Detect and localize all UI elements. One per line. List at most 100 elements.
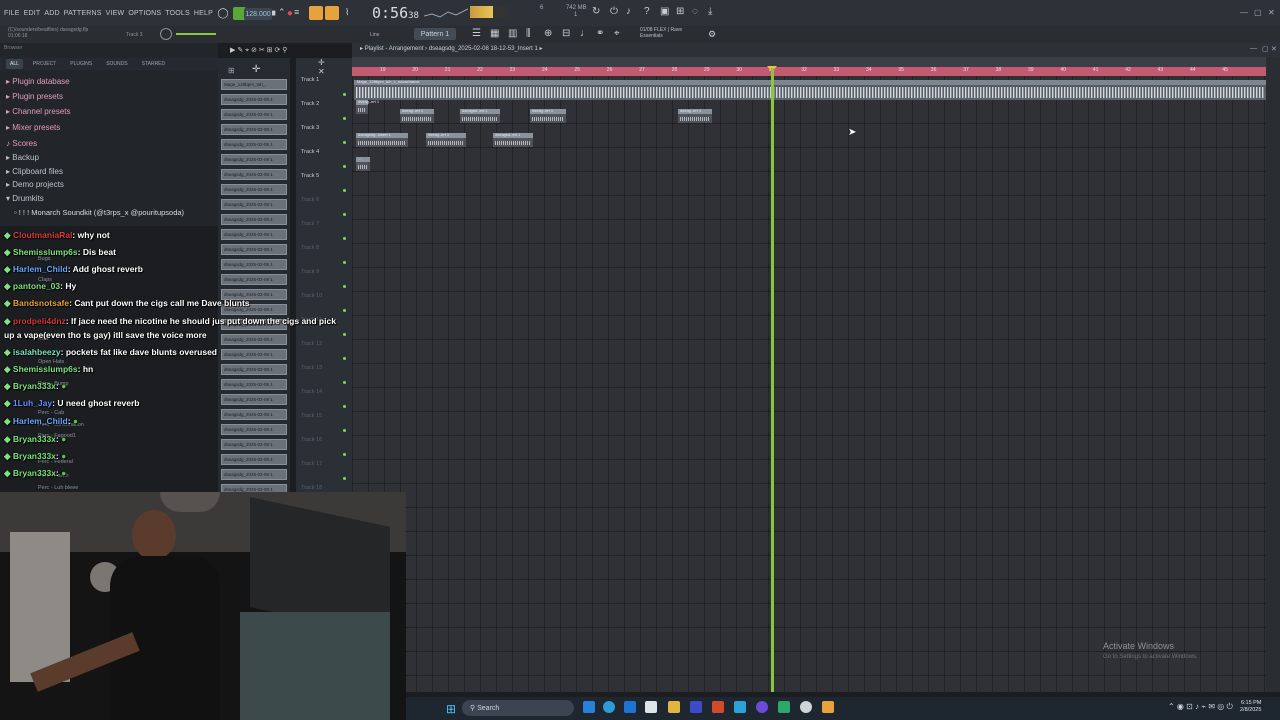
chat-username[interactable]: Bandsnotsafe [13, 298, 69, 308]
plugin-icon[interactable]: ⊕ [544, 28, 552, 39]
browser-item-mixer-presets[interactable]: ▸ Mixer presets [6, 123, 60, 132]
menu-patterns[interactable]: PATTERNS [64, 10, 102, 17]
master-volume-knob[interactable] [160, 28, 172, 40]
task-view-icon[interactable] [583, 701, 595, 713]
app-icon[interactable] [734, 701, 746, 713]
blend-notes-icon[interactable]: ⌇ [345, 7, 349, 18]
time-display[interactable]: 0:5638 [372, 4, 419, 22]
track-name[interactable]: Track 6 [301, 197, 319, 203]
scroll-up-icon[interactable]: ✛ [318, 58, 325, 67]
pattern-clip[interactable]: ... [356, 156, 370, 171]
channel-button[interactable]: dseagsdg_2025-02-08 1 [221, 154, 287, 165]
mixer-icon[interactable]: ⊞ [676, 6, 684, 17]
store-icon[interactable] [645, 701, 657, 713]
save-icon[interactable]: ▣ [660, 6, 669, 17]
browser-item-plugin-database[interactable]: ▸ Plugin database [6, 77, 70, 86]
playlist-vertical-scrollbar[interactable] [1266, 57, 1280, 692]
playlist-grid[interactable] [352, 76, 1266, 692]
tempo-tap-icon[interactable]: ♩ [580, 28, 590, 39]
track-name[interactable]: Track 4 [301, 149, 319, 155]
fl-studio-icon[interactable] [822, 701, 834, 713]
pattern-clip[interactable]: dseag..ert 1 [356, 99, 379, 114]
loop-record-toggle[interactable] [325, 6, 339, 20]
pattern-clip[interactable]: dseagsd..ert 1 [493, 132, 533, 147]
pattern-clip[interactable]: dseag..ert 1 [426, 132, 466, 147]
playlist-close-icon[interactable]: ✕ [1271, 45, 1277, 53]
track-mute-led[interactable] [343, 165, 346, 168]
chat-username[interactable]: Harlem_Child [13, 416, 68, 426]
menu-edit[interactable]: EDIT [24, 10, 41, 17]
track-mute-led[interactable] [343, 213, 346, 216]
pattern-clip[interactable]: dseag..ert 1 [530, 108, 566, 123]
power-icon[interactable]: ⏻ [610, 6, 618, 17]
brave-icon[interactable] [712, 701, 724, 713]
playhead[interactable] [771, 68, 774, 692]
chat-username[interactable]: Bryan333x [13, 468, 56, 478]
track-name[interactable]: Track 5 [301, 173, 319, 179]
pattern-clip[interactable]: dseagsd..ert 1 [460, 108, 500, 123]
track-mute-led[interactable] [343, 189, 346, 192]
download-icon[interactable]: ⤓ [708, 6, 712, 17]
browser-item-plugin-presets[interactable]: ▸ Plugin presets [6, 92, 63, 101]
piano-roll-icon[interactable]: ▦ [490, 28, 499, 39]
chat-username[interactable]: Bryan333x [13, 434, 56, 444]
browser-item-monarch-soundkit[interactable]: ▫ ! ! ! Monarch Soundkit (@t3rps_x @pour… [14, 208, 184, 217]
chat-username[interactable]: Shemisslump6s [13, 247, 78, 257]
track-name[interactable]: Track 2 [301, 101, 319, 107]
playlist-tools-icon[interactable]: ▶ ✎ ⌖ ⊘ ✂ ⊞ ⟳ ⚲ [230, 46, 287, 55]
start-icon[interactable]: ⊞ [446, 702, 456, 716]
countdown-toggle[interactable] [309, 6, 323, 20]
refresh-icon[interactable]: ↻ [592, 6, 600, 17]
chat-username[interactable]: Harlem_Child [13, 264, 68, 274]
tab-all[interactable]: ALL [6, 59, 23, 69]
chat-username[interactable]: 1Luh_Jay [13, 398, 52, 408]
playlist-icon[interactable]: ☰ [472, 28, 481, 39]
app-l-icon[interactable] [690, 701, 702, 713]
audio-clip-track1[interactable]: Mage_128bpm_tuh_x_novachance [354, 79, 1266, 100]
channel-button[interactable]: dseagsdg_2025-02-08 1 [221, 109, 287, 120]
track-name[interactable]: Track 1 [301, 77, 319, 83]
close-icon[interactable]: ✕ [1268, 8, 1275, 17]
help-icon[interactable]: ? [644, 6, 650, 17]
obs-icon[interactable] [800, 701, 812, 713]
pattern-clip[interactable]: dseagsdg..Insert 1 [356, 132, 408, 147]
metronome-icon[interactable]: ◯ [216, 6, 230, 20]
chat-username[interactable]: pantone_03 [13, 281, 60, 291]
link-icon[interactable]: ⚭ [596, 28, 604, 39]
channel-button[interactable]: dseagsdg_2025-02-08 1 [221, 184, 287, 195]
channel-button[interactable]: dseagsdg_2025-02-08 1 [221, 139, 287, 150]
tab-starred[interactable]: STARRED [138, 59, 170, 69]
channel-button[interactable]: dseagsdg_2025-02-08 1 [221, 124, 287, 135]
chat-icon[interactable]: ◌ [692, 6, 698, 17]
menu-add[interactable]: ADD [44, 10, 59, 17]
browser-icon[interactable]: ⊟ [562, 28, 570, 39]
maximize-icon[interactable]: ▢ [1254, 8, 1262, 17]
tempo-display[interactable]: 128.000 [244, 8, 272, 20]
discord-icon[interactable] [756, 701, 768, 713]
minimize-icon[interactable]: — [1240, 8, 1248, 17]
master-pitch-slider[interactable] [176, 33, 216, 35]
channel-button[interactable]: Mage_128bpm_tuh_.. [221, 79, 287, 90]
chat-username[interactable]: CloutmaniaRal [13, 230, 73, 240]
track-mute-led[interactable] [343, 117, 346, 120]
wait-icon[interactable]: ⌃ [278, 7, 290, 19]
track-mute-led[interactable] [343, 93, 346, 96]
pattern-selector[interactable]: Pattern 1 [414, 28, 456, 40]
taskbar-search[interactable]: ⚲ Search [462, 700, 574, 716]
add-icon[interactable]: ✛ [252, 64, 260, 75]
menu-tools[interactable]: TOOLS [165, 10, 190, 17]
snap-selector[interactable]: Line [370, 32, 379, 38]
browser-item-clipboard-files[interactable]: ▸ Clipboard files [6, 167, 63, 176]
tray-icons[interactable]: ⌃ ◉ ⊡ ♪ ⌁ ✉ ◎ ⏻ [1168, 702, 1233, 712]
channel-button[interactable]: dseagsdg_2025-02-08 1 [221, 94, 287, 105]
app-green-icon[interactable] [778, 701, 790, 713]
channel-rack-icon[interactable]: ▥ [508, 28, 517, 39]
chat-username[interactable]: Bryan333x [13, 451, 56, 461]
pattern-clip[interactable]: dseag..ert 1 [400, 108, 434, 123]
track-mute-led[interactable] [343, 141, 346, 144]
pattern-clip[interactable]: dseag..ert 1 [678, 108, 712, 123]
menu-file[interactable]: FILE [4, 10, 20, 17]
playlist-minimize-icon[interactable]: — [1250, 45, 1257, 52]
channel-button[interactable]: dseagsdg_2025-02-08 1 [221, 214, 287, 225]
tab-sounds[interactable]: SOUNDS [102, 59, 131, 69]
